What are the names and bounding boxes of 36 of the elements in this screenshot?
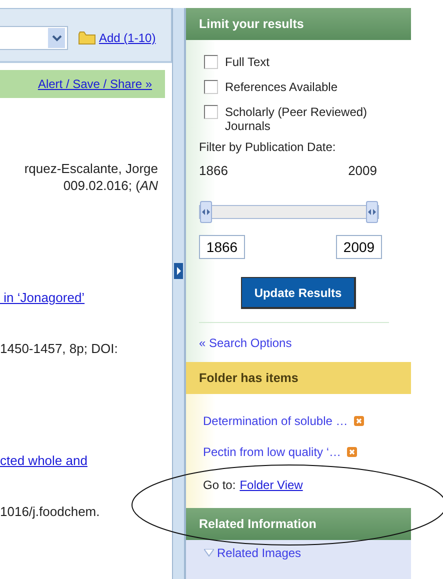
add-link[interactable]: Add (1-10) — [99, 31, 156, 45]
result-detail-text: 1016/j.foodchem. — [0, 503, 101, 520]
folder-item-link[interactable]: Determination of soluble … — [203, 414, 348, 428]
checkbox-label: References Available — [225, 80, 339, 94]
search-options-link[interactable]: « Search Options — [199, 336, 405, 350]
folder-item-link[interactable]: Pectin from low quality ‘… — [203, 445, 342, 459]
panel-header: Folder has items — [186, 362, 411, 394]
to-year-field[interactable]: 2009 — [336, 235, 382, 259]
result-title-link[interactable]: cted whole and — [0, 452, 172, 469]
from-year-field[interactable]: 1866 — [199, 235, 245, 259]
checkbox[interactable] — [204, 80, 218, 94]
result-detail-text: rquez-Escalante, Jorge — [23, 160, 158, 177]
panel-header: Limit your results — [186, 8, 411, 40]
min-year-label: 1866 — [199, 163, 228, 178]
remove-icon[interactable] — [354, 416, 364, 426]
folder-view-link[interactable]: Folder View — [240, 478, 303, 492]
folder-icon — [78, 31, 96, 45]
checkbox[interactable] — [204, 105, 218, 119]
checkbox-label: Scholarly (Peer Reviewed) Journals — [225, 105, 368, 133]
dropdown-field[interactable] — [0, 26, 68, 50]
expand-triangle-icon[interactable] — [204, 549, 214, 557]
result-detail-text: 009.02.016; (AN — [62, 177, 158, 194]
slider-handle[interactable] — [366, 201, 378, 223]
filter-label: Filter by Publication Date: — [199, 140, 337, 154]
remove-icon[interactable] — [347, 447, 358, 457]
result-title-link[interactable]: in ‘Jonagored’ — [0, 289, 172, 306]
update-results-button[interactable]: Update Results — [241, 277, 356, 309]
max-year-label: 2009 — [348, 163, 377, 178]
checkbox[interactable] — [204, 55, 218, 69]
checkbox-label: Full Text — [225, 55, 270, 69]
alert-save-share-link[interactable]: Alert / Save / Share » — [38, 77, 152, 91]
result-detail-text: 1450-1457, 8p; DOI: — [0, 340, 119, 357]
related-images-link[interactable]: Related Images — [217, 546, 302, 560]
panel-header: Related Information — [186, 508, 411, 540]
slider-handle[interactable] — [200, 201, 212, 223]
goto-label: Go to: — [203, 478, 236, 492]
